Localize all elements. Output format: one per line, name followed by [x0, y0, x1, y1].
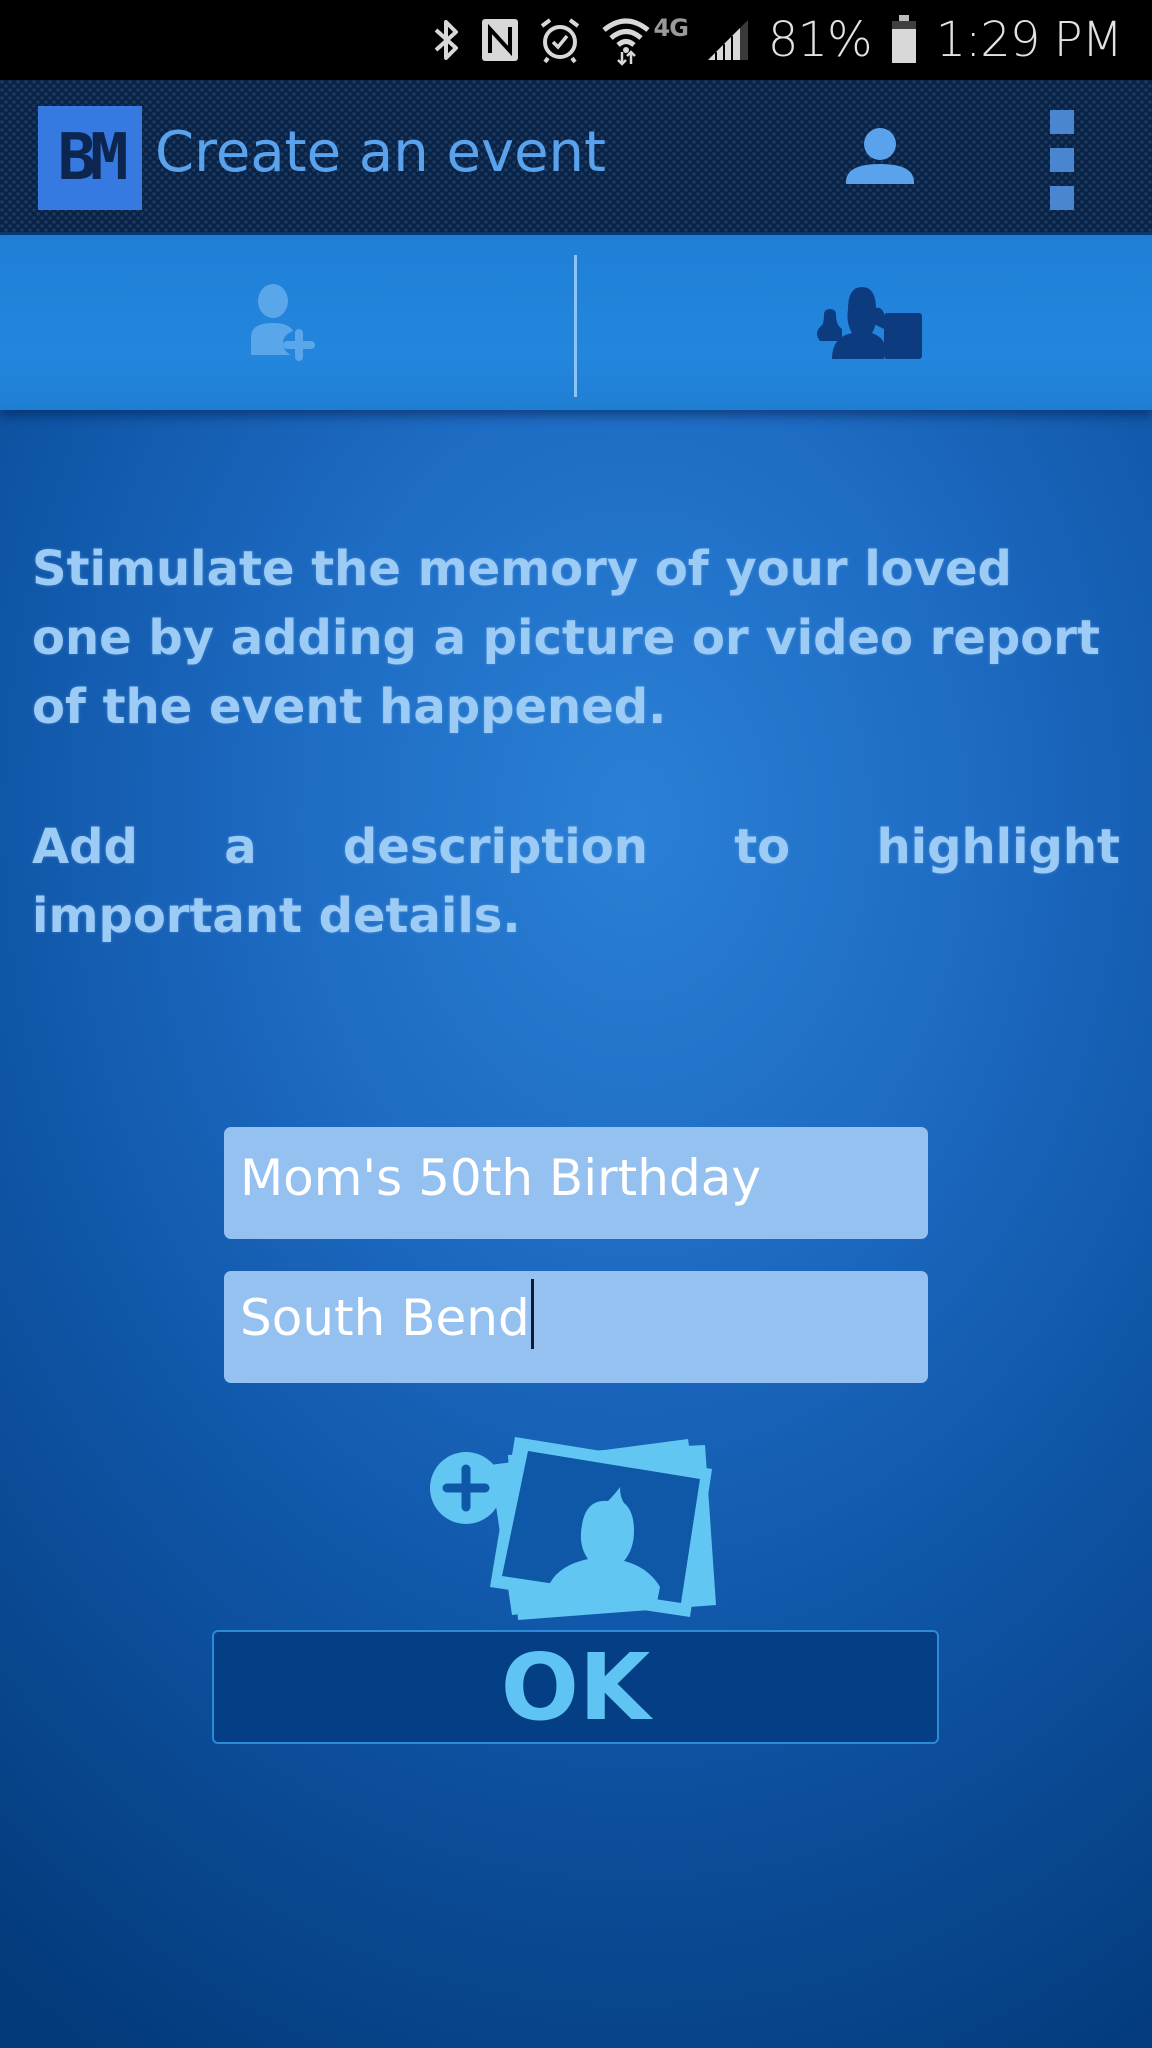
text-cursor: [530, 1279, 534, 1349]
profile-button[interactable]: [840, 120, 920, 200]
nfc-icon: [480, 15, 520, 65]
signal-icon: [706, 15, 750, 65]
add-photo-button[interactable]: [420, 1425, 730, 1625]
event-location-input[interactable]: South Bend: [224, 1271, 928, 1383]
overflow-menu-button[interactable]: [1040, 110, 1084, 210]
overflow-menu-icon: [1050, 110, 1074, 134]
instruction-text: Stimulate the memory of your loved one b…: [32, 541, 1100, 735]
overflow-menu-icon-dot: [1050, 186, 1074, 210]
network-type-label: 4G: [653, 14, 689, 42]
group-icon: [816, 286, 922, 359]
status-bar: 4G 81% 1:29 PM: [0, 0, 1152, 80]
ok-button[interactable]: OK: [212, 1630, 939, 1744]
page-title: Create an event: [155, 120, 606, 185]
alarm-icon: [538, 15, 582, 65]
tab-group-event[interactable]: [577, 235, 1152, 410]
battery-percent: 81%: [767, 12, 873, 68]
clock: 1:29 PM: [935, 12, 1123, 68]
event-name-input[interactable]: Mom's 50th Birthday: [224, 1127, 928, 1239]
person-add-icon: [250, 283, 315, 361]
tab-strip: [0, 235, 1152, 410]
wifi-icon: [600, 15, 652, 66]
battery-icon: [890, 15, 918, 65]
app-bar: BM Create an event: [0, 80, 1152, 235]
overflow-menu-icon-dot: [1050, 148, 1074, 172]
person-icon: [846, 128, 914, 184]
tab-add-person[interactable]: [0, 235, 575, 410]
event-name-value: Mom's 50th Birthday: [240, 1149, 761, 1207]
description-hint-text: Add a description to highlight important…: [32, 819, 1120, 944]
event-location-value: South Bend: [240, 1289, 530, 1347]
bluetooth-icon: [432, 15, 462, 65]
app-logo: BM: [38, 106, 142, 210]
add-photo-icon: [430, 1437, 716, 1620]
